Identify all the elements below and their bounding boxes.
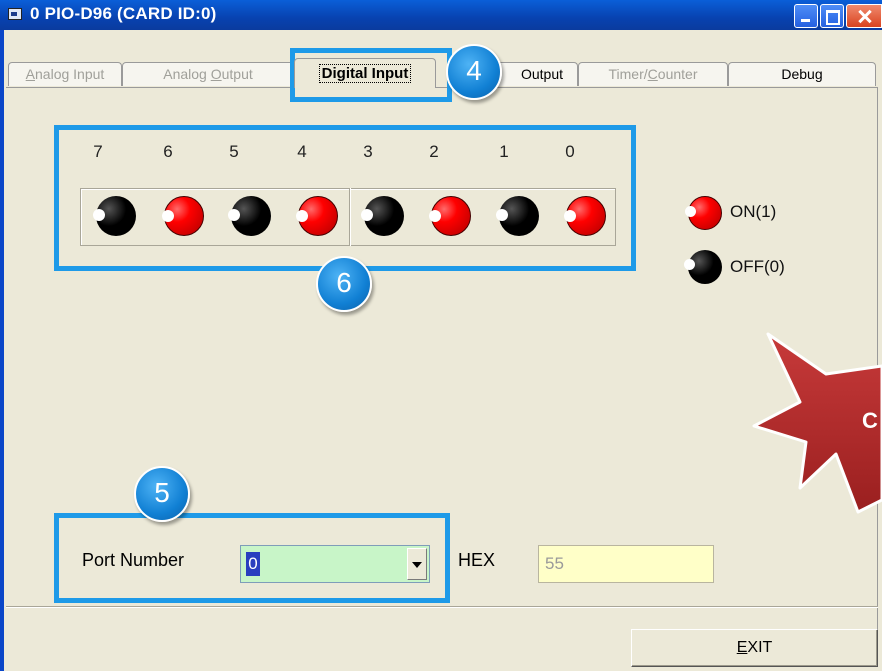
exit-button-label: XIT [747,639,773,656]
legend-on-led [685,196,722,230]
callout-star-burst: C [752,332,882,514]
window-title: 0 PIO-D96 (CARD ID:0) [30,4,217,23]
tab-analog-output[interactable]: Analog Output [122,62,294,86]
exit-button[interactable]: EXIT [631,629,878,667]
hex-label: HEX [458,550,496,570]
callout-highlight-port-number [54,513,450,603]
tab-digital-output-label: Output [520,66,564,82]
tab-analog-input-label: nalog Input [35,66,105,82]
callout-badge-6: 6 [316,256,372,312]
tab-timer-counter[interactable]: Timer/Counter [578,62,728,86]
legend-off-led [684,250,722,284]
tab-analog-output-label: utput [221,66,253,82]
tab-debug-label: Debug [781,66,823,82]
maximize-button[interactable] [820,4,844,28]
app-icon[interactable] [8,8,22,20]
hex-value-field: 55 [538,545,714,583]
legend-on-label: ON(1) [730,202,777,221]
window-frame [0,30,4,671]
bottom-separator [6,606,878,608]
star-label: C [862,408,878,433]
callout-badge-5: 5 [134,466,190,522]
tab-digital-input-label: Digital Input [318,64,412,83]
tab-debug[interactable]: Debug [728,62,876,86]
tab-timer-counter-label: ounter [657,66,698,82]
callout-badge-4: 4 [446,44,502,100]
close-button[interactable] [846,4,882,28]
tab-analog-input[interactable]: Analog Input [8,62,122,86]
callout-highlight-led-group [54,125,636,271]
tab-digital-input[interactable]: Digital Input [294,58,436,88]
legend-off-label: OFF(0) [730,257,785,276]
minimize-button[interactable] [794,4,818,28]
